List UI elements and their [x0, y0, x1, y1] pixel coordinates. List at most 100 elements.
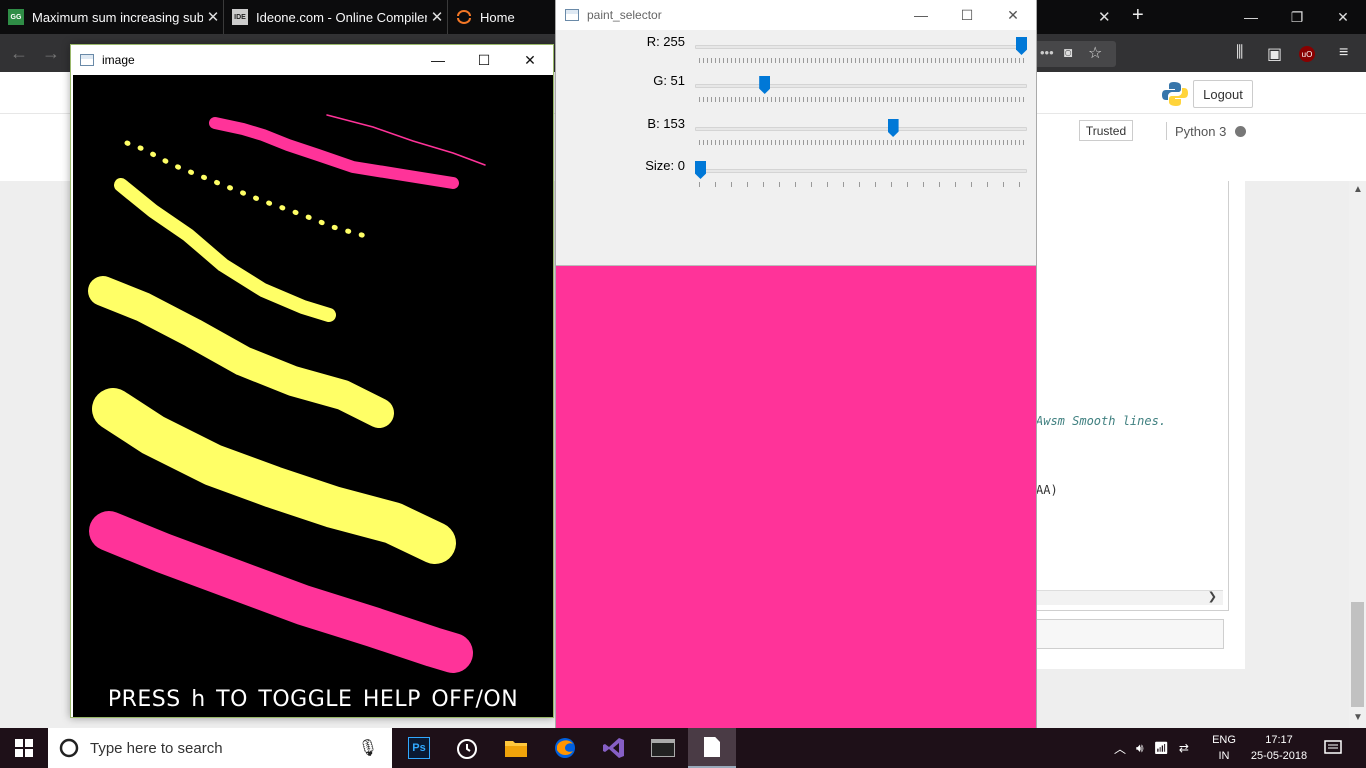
trackbar-green[interactable]: G: 51: [556, 73, 1036, 113]
trackbar-label: Size: 0: [645, 158, 685, 173]
trackbar-size[interactable]: Size: 0: [556, 158, 1036, 198]
close-icon[interactable]: ✕: [203, 8, 223, 26]
menu-icon[interactable]: ≡: [1339, 44, 1348, 62]
notepad-icon[interactable]: [688, 728, 736, 768]
system-tray: ︿ 🔊︎ 📶︎ ⇄: [1114, 728, 1189, 768]
drawing-canvas[interactable]: PRESS h TO TOGGLE HELP OFF/ON: [73, 75, 553, 717]
language-code: ENG: [1212, 734, 1236, 746]
chevron-up-icon[interactable]: ▲: [1353, 184, 1363, 195]
firefox-icon[interactable]: [541, 728, 589, 768]
windows-logo-icon: [15, 739, 33, 757]
pink-small-stroke: [209, 117, 459, 189]
paint-selector-titlebar[interactable]: paint_selector — ☐ ✕: [556, 0, 1036, 30]
volume-icon[interactable]: 🔊︎: [1136, 741, 1144, 756]
slider-track[interactable]: [695, 45, 1027, 49]
visual-studio-icon[interactable]: [590, 728, 638, 768]
close-icon[interactable]: ✕: [1320, 0, 1366, 34]
paint-selector-window: paint_selector — ☐ ✕ R: 255 G: 51 B: 153…: [555, 0, 1037, 728]
cell-horizontal-scrollbar[interactable]: ❯: [1036, 590, 1223, 605]
color-preview: [556, 265, 1036, 728]
language-region: IN: [1218, 750, 1230, 762]
code-cell[interactable]: [1036, 181, 1229, 611]
microphone-icon[interactable]: 🎙: [358, 738, 378, 758]
taskbar-clock[interactable]: 17:17 25-05-2018: [1248, 732, 1310, 764]
search-placeholder: Type here to search: [90, 739, 223, 757]
yellow-stroke-3: [92, 388, 456, 564]
taskbar-search[interactable]: Type here to search 🎙: [48, 728, 392, 768]
logout-button[interactable]: Logout: [1193, 80, 1253, 108]
tab-title: Maximum sum increasing subs: [32, 9, 203, 25]
tab-ideone[interactable]: IDE Ideone.com - Online Compiler ✕: [224, 0, 448, 34]
slider-track[interactable]: [695, 84, 1027, 88]
window-title: image: [102, 53, 135, 67]
slider-thumb[interactable]: [1016, 37, 1027, 55]
scrollbar-thumb[interactable]: [1351, 602, 1364, 707]
sidebar-icon[interactable]: ▣: [1267, 44, 1282, 64]
url-bar[interactable]: ••• ◙ ☆: [1036, 41, 1116, 67]
network-icon[interactable]: ⇄: [1179, 741, 1189, 755]
slider-ticks: [699, 97, 1024, 102]
help-text: PRESS h TO TOGGLE HELP OFF/ON: [107, 687, 519, 712]
slider-track[interactable]: [695, 169, 1027, 173]
minimize-icon[interactable]: —: [898, 0, 944, 30]
gfg-favicon: GG: [8, 9, 24, 25]
trackbar-label: B: 153: [647, 116, 685, 131]
close-icon[interactable]: ✕: [1098, 8, 1111, 26]
browser-window-controls: — ❐ ✕: [1228, 0, 1366, 34]
chevron-right-icon[interactable]: ❯: [1208, 590, 1217, 603]
terminal-icon[interactable]: [639, 728, 687, 768]
notifications-icon[interactable]: [1324, 728, 1342, 768]
trackbar-red[interactable]: R: 255: [556, 34, 1036, 74]
slider-track[interactable]: [695, 127, 1027, 131]
photoshop-icon[interactable]: Ps: [395, 728, 443, 768]
pocket-icon[interactable]: ◙: [1064, 44, 1072, 60]
library-icon[interactable]: ⫼: [1236, 44, 1243, 62]
trusted-indicator[interactable]: Trusted: [1079, 120, 1133, 141]
tab-title: Home: [480, 9, 515, 25]
taskbar: Type here to search 🎙 Ps ︿ 🔊︎ 📶︎ ⇄ ENG I…: [0, 728, 1366, 768]
image-window-titlebar[interactable]: image — ☐ ✕: [71, 45, 553, 75]
start-button[interactable]: [0, 728, 48, 768]
slider-ticks: [699, 58, 1024, 63]
ideone-favicon: IDE: [232, 9, 248, 25]
tab-gfg[interactable]: GG Maximum sum increasing subs ✕: [0, 0, 224, 34]
chevron-up-icon[interactable]: ︿: [1114, 740, 1126, 757]
language-indicator[interactable]: ENG IN: [1204, 732, 1244, 764]
window-app-icon: [565, 9, 579, 21]
maximize-icon[interactable]: ☐: [944, 0, 990, 30]
back-arrow-icon[interactable]: ←: [10, 43, 28, 64]
slider-thumb[interactable]: [759, 76, 771, 94]
cortana-icon: [59, 738, 79, 758]
close-icon[interactable]: ✕: [990, 0, 1036, 30]
trackbar-blue[interactable]: B: 153: [556, 116, 1036, 156]
minimize-icon[interactable]: —: [415, 45, 461, 75]
ublock-icon[interactable]: uO: [1299, 46, 1315, 62]
chevron-down-icon[interactable]: ▼: [1353, 712, 1363, 723]
close-icon[interactable]: ✕: [507, 45, 553, 75]
alarms-clock-icon[interactable]: [443, 728, 491, 768]
slider-ticks: [699, 140, 1024, 145]
clock-date: 25-05-2018: [1250, 750, 1308, 762]
wifi-icon[interactable]: 📶︎: [1154, 741, 1169, 755]
code-cell[interactable]: [1036, 619, 1224, 649]
page-scrollbar[interactable]: ▲ ▼: [1349, 181, 1366, 728]
forward-arrow-icon[interactable]: →: [42, 43, 60, 64]
image-window: image — ☐ ✕ PRESS h TO TOGGLE HELP OFF/O…: [70, 44, 554, 718]
slider-thumb[interactable]: [695, 161, 706, 179]
new-tab-button[interactable]: +: [1132, 4, 1144, 27]
maximize-icon[interactable]: ☐: [461, 45, 507, 75]
slider-thumb[interactable]: [887, 119, 899, 137]
restore-icon[interactable]: ❐: [1274, 0, 1320, 34]
code-comment: Awsm Smooth lines.: [1036, 414, 1167, 428]
clock-time: 17:17: [1265, 734, 1293, 746]
bookmark-star-icon[interactable]: ☆: [1088, 43, 1102, 63]
tab-home[interactable]: Home: [448, 0, 558, 34]
more-actions-icon[interactable]: •••: [1040, 45, 1054, 60]
pink-thin-stroke: [326, 114, 486, 166]
trackbar-label: R: 255: [646, 34, 685, 49]
window-app-icon: [80, 54, 94, 66]
file-explorer-icon[interactable]: [492, 728, 540, 768]
code-line: AA): [1036, 483, 1058, 497]
minimize-icon[interactable]: —: [1228, 0, 1274, 34]
close-icon[interactable]: ✕: [427, 8, 447, 26]
